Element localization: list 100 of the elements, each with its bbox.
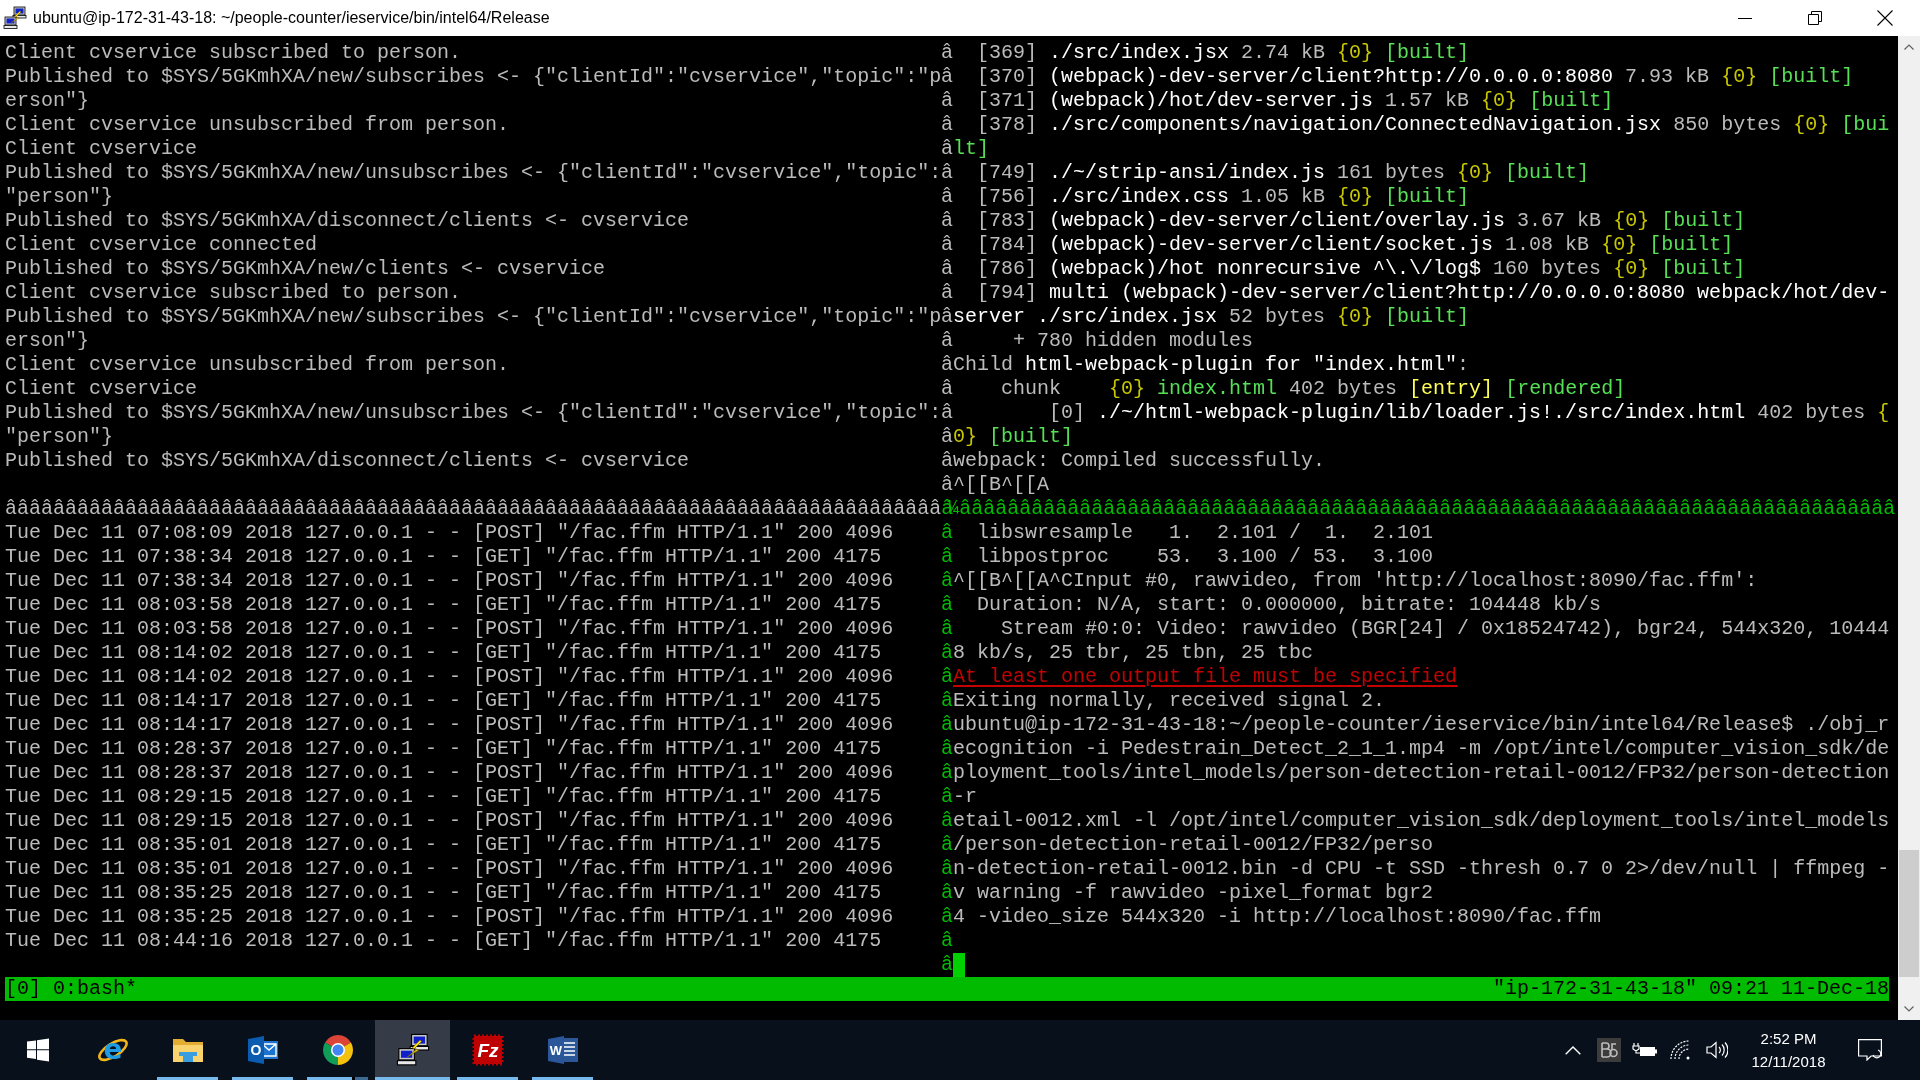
pane-divider: â <box>941 737 953 761</box>
wifi-icon[interactable] <box>1670 1040 1692 1060</box>
pane-divider: â <box>941 785 953 809</box>
pane-divider: â <box>941 881 953 905</box>
pane-border-junction: â¼ <box>941 497 955 521</box>
pane-divider: â <box>941 857 953 881</box>
terminal-line: 4 -video_size 544x320 -i http://localhost:8090/fac.ffm <box>953 905 1602 929</box>
terminal-line: Published to $SYS/5GKmhXA/disconnect/clients <- cvservice <box>5 209 690 233</box>
scrollbar[interactable] <box>1898 36 1920 1020</box>
terminal-line: Published to $SYS/5GKmhXA/new/subscribes <- {"clientId":"cvservice","topic":"p <box>5 65 942 89</box>
pane-divider: â <box>941 401 953 425</box>
pane-divider: â <box>941 449 953 473</box>
terminal-line: "person"} <box>5 425 114 449</box>
terminal-line: Exiting normally, received signal 2. <box>953 689 1386 713</box>
pane-divider: â <box>941 617 953 641</box>
pane-divider: â <box>941 353 953 377</box>
terminal-line: Tue Dec 11 08:35:25 2018 127.0.0.1 - - [GET] "/fac.ffm HTTP/1.1" 200 4175 <box>5 881 882 905</box>
pane-divider: â <box>941 425 953 449</box>
clock-date[interactable]: 12/11/2018 <box>1751 1053 1826 1070</box>
chevron-up-icon <box>1904 44 1914 50</box>
scrollbar-thumb[interactable] <box>1899 850 1919 977</box>
pane-border: ââââââââââââââââââââââââââââââââââââââââââââââââââââââââââââââââââââââââââââââ <box>5 497 942 521</box>
terminal-line: v warning -f rawvideo -pixel_format bgr2 <box>953 881 1434 905</box>
taskbar-app-button[interactable]: Fz <box>450 1020 525 1080</box>
restore-icon <box>1808 11 1822 25</box>
taskbar-app-button[interactable]: O <box>225 1020 300 1080</box>
tricolor-circle-icon <box>321 1034 354 1066</box>
terminal-line: Tue Dec 11 07:38:34 2018 127.0.0.1 - - [GET] "/fac.ffm HTTP/1.1" 200 4175 <box>5 545 882 569</box>
pane-divider: â <box>941 665 953 689</box>
pane-divider: â <box>941 521 953 545</box>
close-icon <box>1877 10 1893 26</box>
terminal-line: libswresample 1. 2.101 / 1. 2.101 <box>976 521 1434 545</box>
terminal-line: + 780 hidden modules <box>1012 329 1254 353</box>
pane-divider: â <box>941 641 953 665</box>
taskbar-app-button[interactable]: W <box>525 1020 600 1080</box>
pane-border: ââââââââââââââââââââââââââââââââââââââââââââââââââââââââââââââââââââââââââââââ <box>959 497 1896 521</box>
terminal-line: Published to $SYS/5GKmhXA/disconnect/clients <- cvservice <box>5 449 690 473</box>
window-title: ubuntu@ip-172-31-43-18: ~/people-counter/ieservice/bin/intel64/Release <box>33 9 550 27</box>
chevron-up-icon[interactable] <box>1565 1045 1581 1055</box>
terminal-line: libpostproc 53. 3.100 / 53. 3.100 <box>976 545 1434 569</box>
terminal-line: Published to $SYS/5GKmhXA/new/unsubscribes <- {"clientId":"cvservice","topic": <box>5 401 942 425</box>
pane-divider: â <box>941 689 953 713</box>
pane-divider: â <box>941 257 953 281</box>
terminal-line: lt] <box>953 137 989 161</box>
terminal-line: [370] (webpack)-dev-server/client?http://0.0.0.0:8080 7.93 kB {0} [built] <box>976 65 1854 89</box>
terminal-line: Tue Dec 11 08:35:01 2018 127.0.0.1 - - [POST] "/fac.ffm HTTP/1.1" 200 4096 <box>5 857 894 881</box>
terminal-line: Tue Dec 11 08:35:01 2018 127.0.0.1 - - [GET] "/fac.ffm HTTP/1.1" 200 4175 <box>5 833 882 857</box>
taskbar-app-button[interactable] <box>375 1020 450 1080</box>
pane-divider: â <box>941 209 953 233</box>
terminal-line: n-detection-retail-0012.bin -d CPU -t SSD -thresh 0.7 0 2>/dev/null | ffmpeg - <box>953 857 1890 881</box>
terminal-line: [749] ./~/strip-ansi/index.js 161 bytes {0} [built] <box>976 161 1590 185</box>
terminal-line: Tue Dec 11 08:14:17 2018 127.0.0.1 - - [POST] "/fac.ffm HTTP/1.1" 200 4096 <box>5 713 894 737</box>
terminal-line: Tue Dec 11 08:03:58 2018 127.0.0.1 - - [POST] "/fac.ffm HTTP/1.1" 200 4096 <box>5 617 894 641</box>
pane-divider: â <box>941 89 953 113</box>
pane-divider: â <box>941 281 953 305</box>
pane-divider: â <box>941 713 953 737</box>
terminal-line: Tue Dec 11 08:29:15 2018 127.0.0.1 - - [POST] "/fac.ffm HTTP/1.1" 200 4096 <box>5 809 894 833</box>
window-panes-icon <box>25 1038 50 1062</box>
terminal-line: Tue Dec 11 07:08:09 2018 127.0.0.1 - - [POST] "/fac.ffm HTTP/1.1" 200 4096 <box>5 521 894 545</box>
pane-divider: â <box>941 161 953 185</box>
pane-divider: â <box>941 593 953 617</box>
terminal-line: Client cvservice subscribed to person. <box>5 281 462 305</box>
terminal-line: etail-0012.xml -l /opt/intel/computer_vision_sdk/deployment_tools/intel_models <box>953 809 1890 833</box>
terminal-line: Published to $SYS/5GKmhXA/new/clients <- cvservice <box>5 257 606 281</box>
status-session-text: [0] 0:bash* <box>5 977 138 1001</box>
terminal-line: Client cvservice connected <box>5 233 318 257</box>
pane-divider: â <box>941 113 953 137</box>
terminal-line: [0] ./~/html-webpack-plugin/lib/loader.js!./src/index.html 402 bytes { <box>1048 401 1890 425</box>
terminal-line: ubuntu@ip-172-31-43-18:~/people-counter/ieservice/bin/intel64/Release$ ./obj_r <box>953 713 1890 737</box>
terminal-line: Tue Dec 11 07:38:34 2018 127.0.0.1 - - [POST] "/fac.ffm HTTP/1.1" 200 4096 <box>5 569 894 593</box>
tray-app-icon[interactable] <box>1597 1038 1621 1062</box>
terminal-line: [756] ./src/index.css 1.05 kB {0} [built] <box>976 185 1470 209</box>
pane-divider: â <box>941 137 953 161</box>
terminal-line: [784] (webpack)-dev-server/client/socket.js 1.08 kB {0} [built] <box>976 233 1734 257</box>
terminal-line: ployment_tools/intel_models/person-detection-retail-0012/FP32/person-detection <box>953 761 1890 785</box>
notification-icon[interactable] <box>1858 1039 1882 1061</box>
status-host-time-text: "ip-172-31-43-18" 09:21 11-Dec-18 <box>1492 977 1889 1001</box>
terminal-line: [794] multi (webpack)-dev-server/client?http://0.0.0.0:8080 webpack/hot/dev- <box>976 281 1890 305</box>
terminal-line: Tue Dec 11 08:14:02 2018 127.0.0.1 - - [POST] "/fac.ffm HTTP/1.1" 200 4096 <box>5 665 894 689</box>
pane-divider: â <box>941 185 953 209</box>
terminal-line: Stream #0:0: Video: rawvideo (BGR[24] / 0x18524742), bgr24, 544x320, 10444 <box>1000 617 1890 641</box>
volume-icon[interactable] <box>1706 1041 1728 1059</box>
terminal-line: Tue Dec 11 08:35:25 2018 127.0.0.1 - - [POST] "/fac.ffm HTTP/1.1" 200 4096 <box>5 905 894 929</box>
terminal-line: [783] (webpack)-dev-server/client/overlay.js 3.67 kB {0} [built] <box>976 209 1746 233</box>
terminal-line: Client cvservice subscribed to person. <box>5 41 462 65</box>
two-computers-icon <box>3 6 27 30</box>
pane-divider: â <box>941 545 953 569</box>
terminal-line: chunk {0} index.html 402 bytes [entry] [rendered] <box>1000 377 1626 401</box>
terminal-line: [786] (webpack)/hot nonrecursive ^\.\/log$ 160 bytes {0} [built] <box>976 257 1746 281</box>
pane-divider: â <box>941 305 953 329</box>
terminal-line: 0} [built] <box>953 425 1074 449</box>
terminal-line: Client cvservice <box>5 377 198 401</box>
terminal-line: Child html-webpack-plugin for "index.html": <box>953 353 1470 377</box>
terminal-line: Client cvservice unsubscribed from person. <box>5 353 510 377</box>
battery-charging-icon[interactable] <box>1632 1042 1658 1058</box>
terminal-line: server ./src/index.jsx 52 bytes {0} [built] <box>953 305 1470 329</box>
terminal-line: webpack: Compiled successfully. <box>953 449 1326 473</box>
clock-time[interactable]: 2:52 PM <box>1760 1030 1817 1047</box>
terminal-line: Tue Dec 11 08:14:17 2018 127.0.0.1 - - [GET] "/fac.ffm HTTP/1.1" 200 4175 <box>5 689 882 713</box>
pane-divider: â <box>941 905 953 929</box>
